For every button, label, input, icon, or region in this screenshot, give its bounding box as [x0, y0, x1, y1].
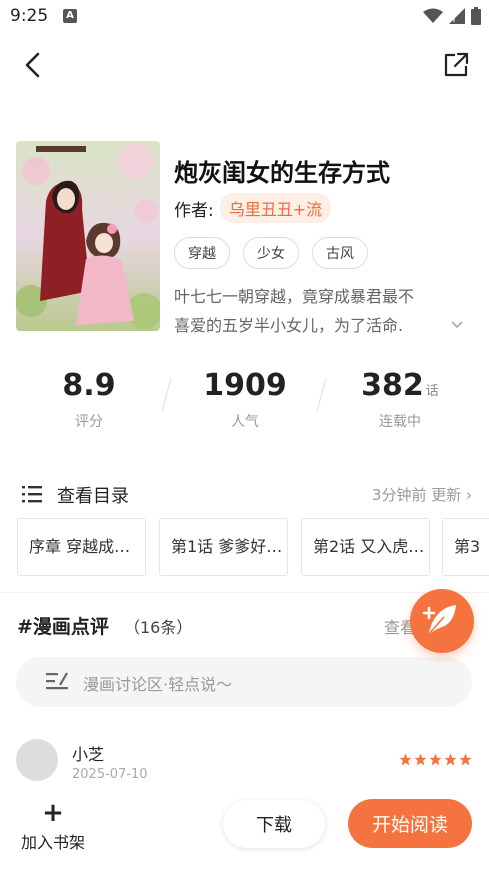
author-chip[interactable]: 乌里丑丑+流	[219, 193, 332, 223]
popularity-label: 人气	[231, 414, 259, 430]
star-icon	[399, 753, 412, 766]
share-button[interactable]	[441, 50, 471, 80]
cover-illustration	[16, 141, 160, 331]
wifi-icon	[423, 8, 443, 23]
write-comment-icon	[46, 672, 68, 690]
stat-popularity: 1909 人气	[175, 368, 315, 431]
status-icons	[423, 6, 481, 26]
book-cover[interactable]	[16, 141, 160, 331]
chapters-unit: 话	[425, 384, 439, 399]
feather-pen-icon	[422, 605, 456, 636]
tag-chip[interactable]: 少女	[243, 237, 299, 269]
chevron-left-icon	[25, 52, 40, 78]
chevron-down-icon	[451, 321, 463, 329]
chapter-item[interactable]: 第3	[442, 518, 489, 576]
reviewer-name[interactable]: 小芝	[72, 741, 104, 765]
description-line: 叶七七一朝穿越，竟穿成暴君最不	[174, 287, 415, 306]
review-date: 2025-07-10	[72, 767, 148, 782]
author-row: 作者: 乌里丑丑+流	[174, 193, 332, 223]
rating-label: 评分	[75, 414, 103, 430]
description-line: 喜爱的五岁半小女儿，为了活命.	[174, 316, 404, 335]
add-to-shelf-button[interactable]: + 加入书架	[17, 800, 89, 853]
list-icon	[22, 486, 42, 503]
star-icon	[459, 753, 472, 766]
star-icon	[414, 753, 427, 766]
stat-chapters: 382 话 连载中	[330, 368, 470, 431]
genre-tags: 穿越 少女 古风	[174, 237, 368, 269]
share-icon	[444, 52, 469, 77]
tag-chip[interactable]: 古风	[312, 237, 368, 269]
chapter-item[interactable]: 第1话 爹爹好…	[159, 518, 288, 576]
comment-input[interactable]: 漫画讨论区·轻点说～	[16, 657, 472, 707]
catalog-update-time[interactable]: 3分钟前 更新 ›	[372, 484, 472, 505]
reviews-title: #漫画点评	[17, 616, 109, 638]
rating-value: 8.9	[62, 368, 116, 403]
book-description[interactable]: 叶七七一朝穿越，竟穿成暴君最不 喜爱的五岁半小女儿，为了活命.	[174, 282, 469, 340]
add-to-shelf-label: 加入书架	[20, 833, 85, 852]
chapter-list: 序章 穿越成… 第1话 爹爹好… 第2话 又入虎… 第3	[17, 518, 489, 576]
tag-chip[interactable]: 穿越	[174, 237, 230, 269]
battery-icon	[471, 7, 481, 25]
book-title: 炮灰闺女的生存方式	[174, 159, 390, 187]
plus-icon: +	[42, 798, 64, 828]
signal-icon	[449, 8, 465, 24]
author-label: 作者:	[174, 200, 214, 221]
reviews-count: （16条）	[124, 618, 193, 637]
chapters-status: 连载中	[379, 414, 421, 430]
catalog-row[interactable]: 查看目录 3分钟前 更新 ›	[22, 480, 472, 510]
review-rating-stars	[399, 753, 472, 766]
download-button[interactable]: 下载	[223, 800, 325, 848]
star-icon	[444, 753, 457, 766]
expand-description-button[interactable]	[450, 318, 464, 334]
write-review-fab[interactable]	[410, 589, 474, 653]
status-time: 9:25	[10, 6, 49, 26]
star-icon	[429, 753, 442, 766]
avatar[interactable]	[16, 739, 58, 781]
book-stats: 8.9 评分 1909 人气 382 话 连载中	[0, 368, 489, 438]
back-button[interactable]	[18, 50, 48, 80]
chapter-item[interactable]: 第2话 又入虎…	[301, 518, 430, 576]
status-bar: 9:25 A	[0, 0, 489, 34]
catalog-title[interactable]: 查看目录	[57, 482, 129, 508]
popularity-value: 1909	[203, 368, 287, 403]
chapter-item[interactable]: 序章 穿越成…	[17, 518, 146, 576]
bottom-action-bar: + 加入书架 下载 开始阅读	[0, 790, 489, 871]
chapters-value: 382	[361, 368, 424, 403]
notification-app-icon: A	[63, 9, 77, 23]
comment-placeholder: 漫画讨论区·轻点说～	[83, 675, 233, 694]
start-reading-button[interactable]: 开始阅读	[348, 799, 472, 848]
stat-rating: 8.9 评分	[19, 368, 159, 431]
